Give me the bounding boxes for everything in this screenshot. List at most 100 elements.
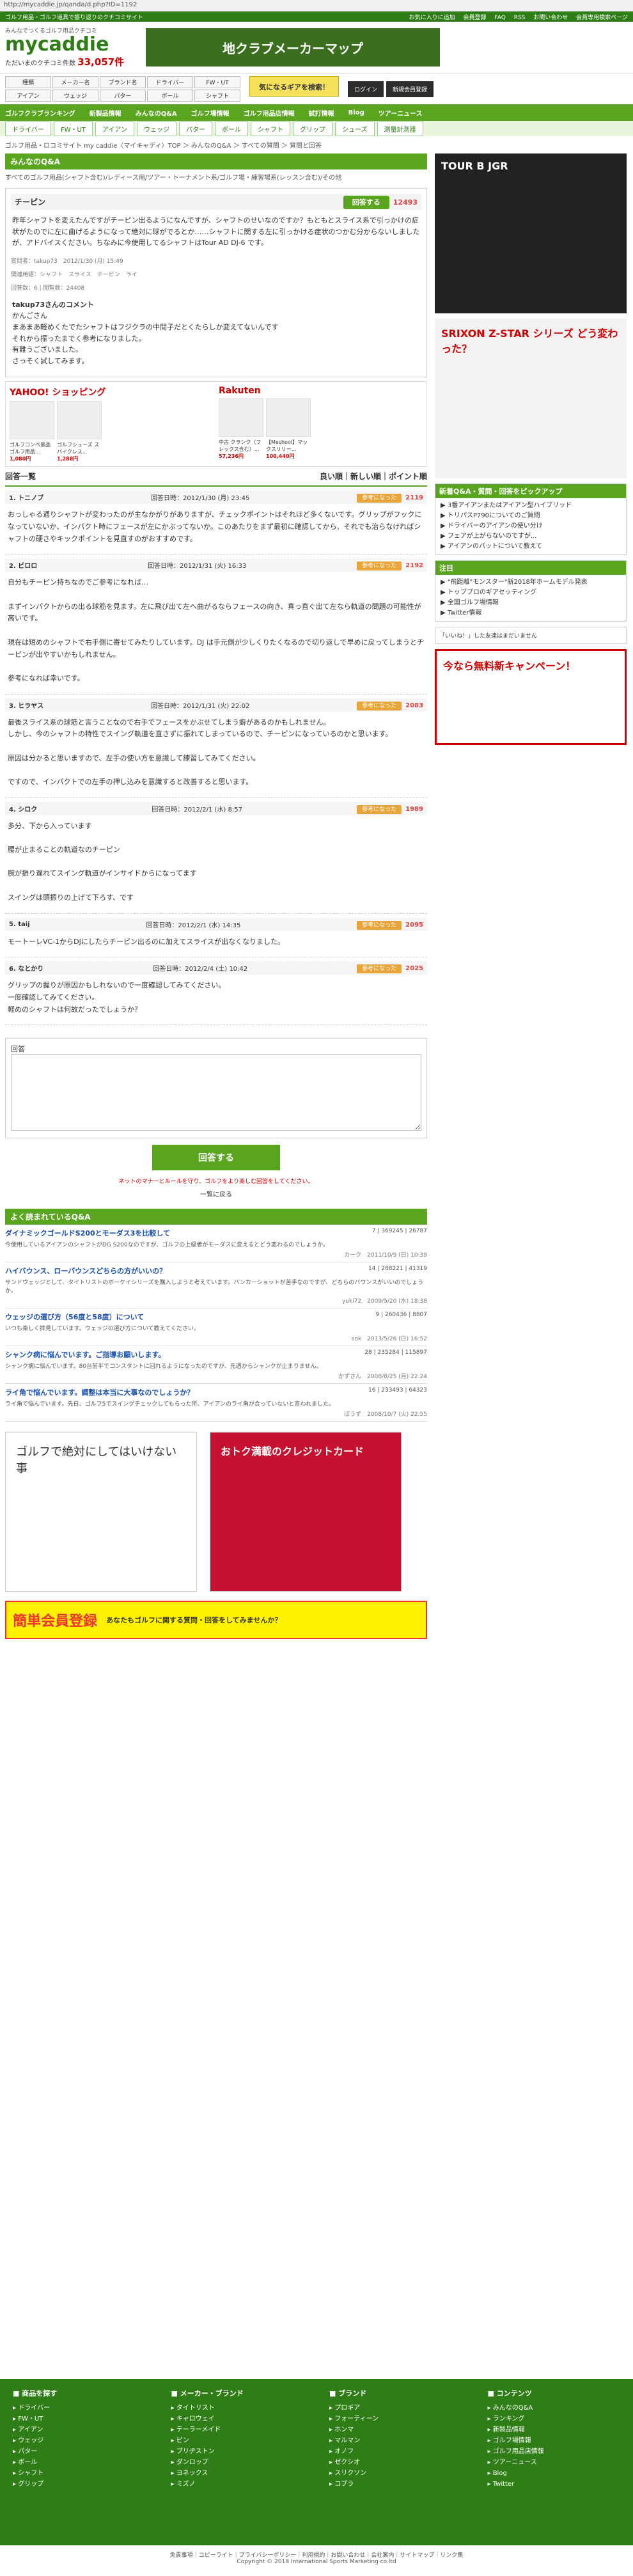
shop-item[interactable]: ゴルフコンペ景品 ゴルフ用品... 1,080円	[10, 401, 54, 462]
footer-link[interactable]: ▸ ホンマ	[329, 2424, 462, 2435]
cat-measure[interactable]: 測量計測器	[377, 121, 423, 136]
footer-link[interactable]: ▸ FW・UT	[13, 2414, 146, 2424]
submit-answer-button[interactable]: 回答する	[152, 1145, 280, 1171]
helpful-button[interactable]: 参考になった	[357, 920, 402, 930]
side-news-link[interactable]: ▶ "飛距離"モンスター"新2018年ホームモデル発表	[441, 577, 621, 588]
search-cat-putter[interactable]: パター	[100, 90, 146, 102]
footer-link[interactable]: ▸ ドライバー	[13, 2403, 146, 2414]
back-to-list-link[interactable]: 一覧に戻る	[5, 1189, 427, 1198]
footer-link[interactable]: ▸ マルマン	[329, 2435, 462, 2446]
url-bar[interactable]: http://mycaddie.jp/qanda/d.php?ID=1192	[0, 0, 633, 12]
footer-link[interactable]: ▸ パター	[13, 2446, 146, 2457]
gnav-ranking[interactable]: ゴルフクラブランキング	[5, 108, 75, 118]
rakuten-logo[interactable]: Rakuten	[219, 386, 423, 396]
footer-link[interactable]: ▸ コブラ	[329, 2479, 462, 2490]
answer-author[interactable]: 1. トニノブ	[9, 492, 43, 502]
footer-link[interactable]: ▸ ゼクシオ	[329, 2457, 462, 2468]
search-cat-iron[interactable]: アイアン	[5, 90, 51, 102]
gear-search-button[interactable]: 気になるギアを検索！	[249, 76, 339, 97]
answer-author[interactable]: 5. taij	[9, 921, 30, 928]
footer-link[interactable]: ▸ ダンロップ	[171, 2457, 304, 2468]
poster-name[interactable]: takup73	[34, 258, 58, 265]
link-rss[interactable]: RSS	[514, 15, 526, 21]
related-link[interactable]: ダイナミックゴールドS200とモーダス3を比較して	[5, 1228, 170, 1238]
gnav-shop[interactable]: ゴルフ用品店情報	[244, 108, 295, 118]
footer-link[interactable]: ▸ 新製品情報	[488, 2424, 621, 2435]
search-type-select[interactable]: 種類	[5, 76, 51, 88]
side-qa-link[interactable]: ▶ トリパスP790についてのご質問	[441, 511, 621, 521]
answer-button[interactable]: 回答する	[343, 195, 389, 209]
footer-link[interactable]: ▸ フォーティーン	[329, 2414, 462, 2424]
side-qa-link[interactable]: ▶ ドライバーのアイアンの使い分け	[441, 521, 621, 531]
cat-wedge[interactable]: ウェッジ	[137, 121, 176, 136]
footer-link[interactable]: ▸ ミズノ	[171, 2479, 304, 2490]
gnav-new[interactable]: 新製品情報	[90, 108, 121, 118]
helpful-button[interactable]: 参考になった	[357, 964, 402, 974]
link-faq[interactable]: FAQ	[494, 15, 505, 21]
gnav-course[interactable]: ゴルフ場情報	[191, 108, 230, 118]
side-news-link[interactable]: ▶ Twitter情報	[441, 608, 621, 618]
footer-link[interactable]: ▸ キャロウェイ	[171, 2414, 304, 2424]
footer-link[interactable]: ▸ タイトリスト	[171, 2403, 304, 2414]
footer-link[interactable]: ▸ ブリヂストン	[171, 2446, 304, 2457]
answer-author[interactable]: 6. なとかり	[9, 963, 43, 973]
search-cat-driver[interactable]: ドライバー	[147, 76, 193, 88]
footer-link[interactable]: ▸ シャフト	[13, 2468, 146, 2479]
footer-link[interactable]: ▸ Blog	[488, 2468, 621, 2479]
question-tags[interactable]: 関連用語：シャフト スライス チーピン ライ	[11, 267, 421, 281]
cat-putter[interactable]: パター	[179, 121, 212, 136]
facebook-like[interactable]: 「いいね！」した友達はまだいません	[435, 627, 627, 644]
answer-sort-links[interactable]: 良い順｜新しい順｜ポイント順	[320, 471, 427, 482]
footer-link[interactable]: ▸ アイアン	[13, 2424, 146, 2435]
side-news-link[interactable]: ▶ 全国ゴルフ場情報	[441, 598, 621, 608]
related-link[interactable]: ライ角で悩んでいます。調整は本当に大事なのでしょうか？	[5, 1387, 194, 1397]
side-qa-link[interactable]: ▶ アイアンのパットについて教えて	[441, 542, 621, 552]
footer-link[interactable]: ▸ ボール	[13, 2457, 146, 2468]
footer-link[interactable]: ▸ ピン	[171, 2435, 304, 2446]
answer-textarea[interactable]	[11, 1054, 421, 1131]
search-cat-ball[interactable]: ボール	[147, 90, 193, 102]
footer-link[interactable]: ▸ プロギア	[329, 2403, 462, 2414]
answer-author[interactable]: 3. ヒラヤス	[9, 700, 43, 710]
footer-links[interactable]: 免責事項｜コピーライト｜プライバシーポリシー｜利用規約｜お問い合わせ｜会社案内｜…	[0, 2550, 633, 2559]
footer-link[interactable]: ▸ スリクソン	[329, 2468, 462, 2479]
footer-link[interactable]: ▸ ランキング	[488, 2414, 621, 2424]
gnav-tour[interactable]: ツアーニュース	[379, 108, 423, 118]
gnav-blog[interactable]: Blog	[348, 109, 364, 116]
ad-promo[interactable]: 今なら無料新キャンペーン！	[435, 649, 627, 745]
footer-link[interactable]: ▸ Twitter	[488, 2479, 621, 2490]
helpful-button[interactable]: 参考になった	[357, 494, 402, 503]
helpful-button[interactable]: 参考になった	[357, 805, 402, 814]
footer-link[interactable]: ▸ オノフ	[329, 2446, 462, 2457]
footer-link[interactable]: ▸ ツアーニュース	[488, 2457, 621, 2468]
link-register[interactable]: 会員登録	[464, 15, 487, 21]
cat-iron[interactable]: アイアン	[95, 121, 134, 136]
helpful-button[interactable]: 参考になった	[357, 701, 402, 711]
shop-item[interactable]: 【Meshool】マックスリリー... 100,440円	[266, 398, 311, 460]
shop-item[interactable]: 中古 クランク（フレックス含む）... 57,236円	[219, 398, 263, 460]
ad-tourb[interactable]: TOUR B JGR	[435, 153, 627, 313]
related-link[interactable]: ウェッジの選び方（56度と58度）について	[5, 1312, 144, 1322]
link-contact[interactable]: お問い合わせ	[533, 15, 568, 21]
cat-grip[interactable]: グリップ	[293, 121, 332, 136]
link-favorite[interactable]: お気に入りに追加	[409, 15, 455, 21]
answer-author[interactable]: 2. ビロロ	[9, 560, 37, 570]
shop-item[interactable]: ゴルフシューズ スパイクレス... 1,288円	[57, 401, 102, 462]
side-qa-link[interactable]: ▶ フェアが上がらないのですが...	[441, 531, 621, 542]
link-member-search[interactable]: 会員専用検索ページ	[576, 15, 628, 21]
side-qa-link[interactable]: ▶ 3番アイアンまたはアイアン型ハイブリッド	[441, 501, 621, 511]
search-cat-wedge[interactable]: ウェッジ	[52, 90, 98, 102]
helpful-button[interactable]: 参考になった	[357, 562, 402, 571]
answer-author[interactable]: 4. シロク	[9, 804, 37, 813]
related-link[interactable]: シャンク病に悩んでいます。ご指導お願いします。	[5, 1349, 165, 1360]
breadcrumb[interactable]: ゴルフ用品・ロコミサイト my caddie（マイキャディ）TOP ＞ みんなの…	[0, 136, 633, 153]
footer-link[interactable]: ▸ テーラーメイド	[171, 2424, 304, 2435]
search-maker-select[interactable]: メーカー名	[52, 76, 98, 88]
gnav-trial[interactable]: 試打情報	[309, 108, 334, 118]
cat-shoes[interactable]: シューズ	[335, 121, 375, 136]
footer-link[interactable]: ▸ ゴルフ場情報	[488, 2435, 621, 2446]
search-cat-shaft[interactable]: シャフト	[194, 90, 240, 102]
site-logo[interactable]: みんなでつくるゴルフ用品クチコミ mycaddie ただいまのクチコミ件数 33…	[5, 26, 133, 68]
related-link[interactable]: ハイバウンス、ローバウンスどちらの方がいいの？	[5, 1266, 166, 1276]
header-banner[interactable]: 地クラブメーカーマップ	[146, 28, 440, 67]
